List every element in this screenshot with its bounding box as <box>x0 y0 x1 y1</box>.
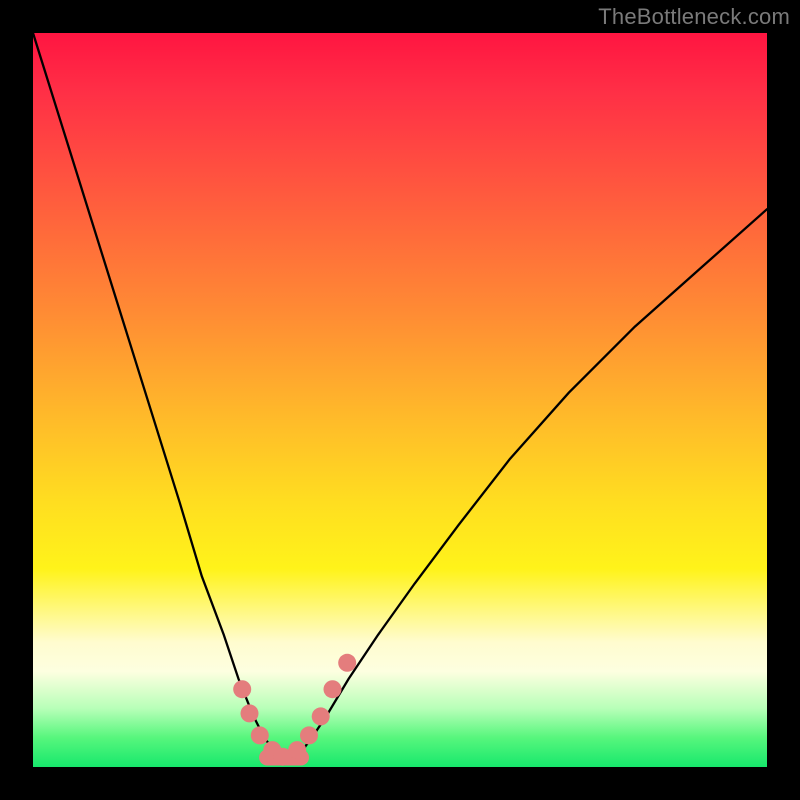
trough-dot <box>300 726 318 744</box>
trough-dot <box>233 680 251 698</box>
chart-svg <box>33 33 767 767</box>
trough-dot <box>338 654 356 672</box>
chart-frame: TheBottleneck.com <box>0 0 800 800</box>
watermark-text: TheBottleneck.com <box>598 4 790 30</box>
plot-area <box>33 33 767 767</box>
trough-dot <box>251 726 269 744</box>
trough-dot <box>312 707 330 725</box>
trough-dots <box>233 654 356 766</box>
bottleneck-curve <box>33 33 767 758</box>
trough-dot <box>288 741 306 759</box>
trough-dot <box>241 704 259 722</box>
trough-dot <box>324 680 342 698</box>
